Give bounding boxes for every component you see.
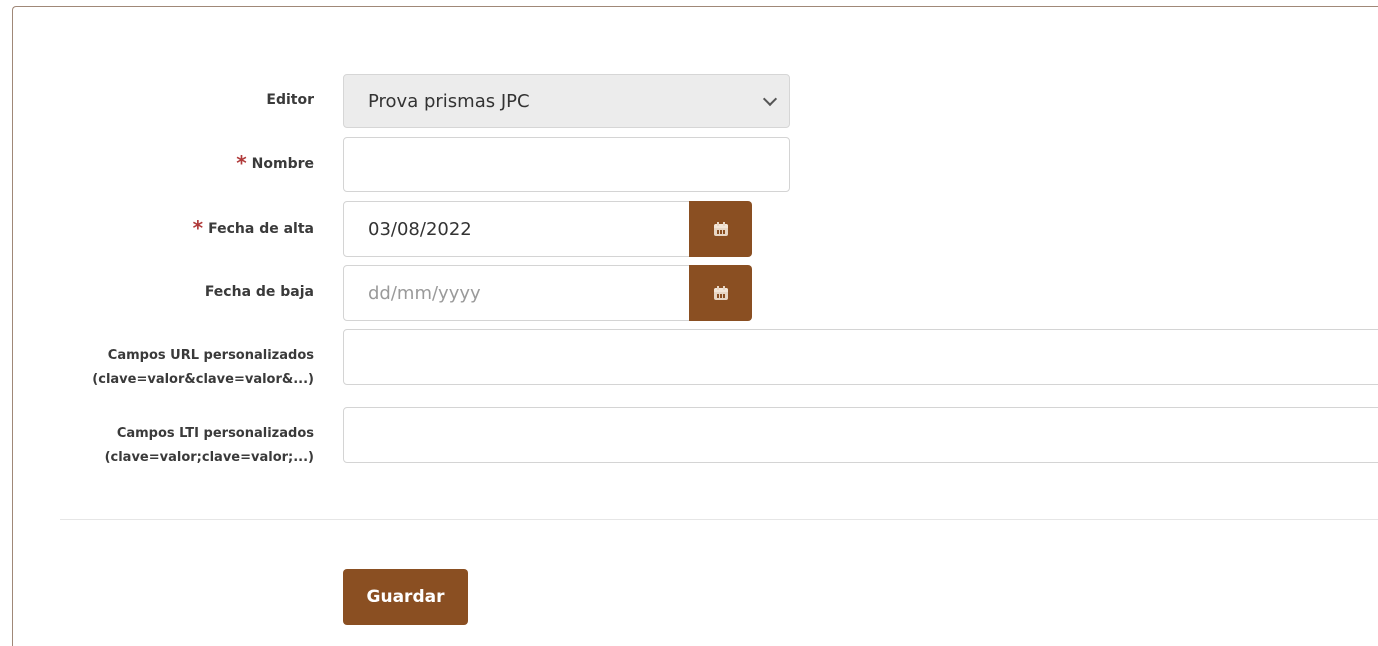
calendar-icon [713,222,728,236]
nombre-label: * Nombre [236,151,314,175]
nombre-input[interactable] [343,137,790,192]
fecha-baja-placeholder: dd/mm/yyyy [368,282,481,304]
required-asterisk: * [192,216,204,240]
fecha-alta-label: * Fecha de alta [192,216,314,240]
campos-lti-label: Campos LTI personalizados (clave=valor;c… [104,426,314,465]
fecha-baja-calendar-button[interactable] [689,265,752,321]
campos-lti-input[interactable] [343,407,1378,463]
required-asterisk: * [236,151,247,175]
campos-url-label: Campos URL personalizados (clave=valor&c… [92,348,314,387]
form-divider [60,519,1378,520]
fecha-baja-input[interactable]: dd/mm/yyyy [343,265,690,321]
calendar-icon [713,286,728,300]
fecha-alta-calendar-button[interactable] [689,201,752,257]
fecha-alta-input[interactable]: 03/08/2022 [343,201,690,257]
fecha-alta-value: 03/08/2022 [368,218,472,240]
fecha-baja-label: Fecha de baja [204,284,314,300]
campos-url-input[interactable] [343,329,1378,385]
save-button[interactable]: Guardar [343,569,468,625]
editor-label: Editor [266,92,314,108]
chevron-down-icon [762,91,778,107]
editor-select[interactable]: Prova prismas JPC [343,74,790,128]
editor-select-value: Prova prismas JPC [368,90,530,112]
